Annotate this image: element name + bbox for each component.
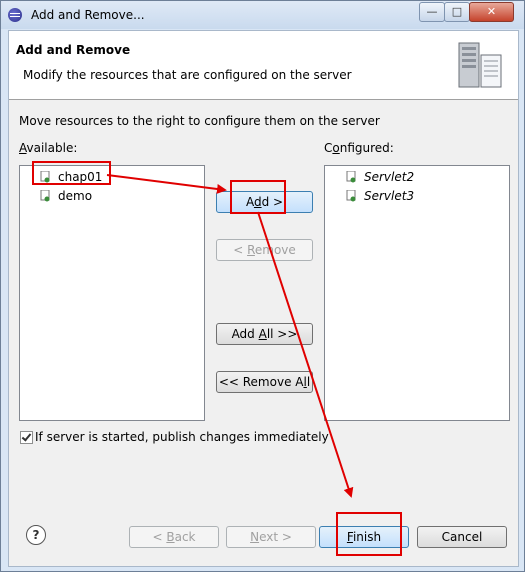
back-button-pre: <	[152, 530, 167, 544]
back-button-mnemonic: B	[166, 530, 175, 544]
minimize-button[interactable]: —	[419, 2, 445, 22]
maximize-button[interactable]: □	[444, 2, 470, 22]
remove-button-mnemonic: R	[247, 243, 255, 257]
remove-all-button[interactable]: << Remove All	[216, 371, 313, 393]
annotation-highlight-chap01	[32, 161, 111, 185]
dialog-header: Add and Remove Modify the resources that…	[9, 31, 518, 100]
add-all-button[interactable]: Add All >>	[216, 323, 313, 345]
available-label-mnemonic: A	[19, 141, 27, 155]
eclipse-app-icon	[8, 8, 22, 22]
server-banner-icon	[458, 42, 502, 88]
remove-button-pre: <	[233, 243, 248, 257]
configured-label: Configured:	[324, 141, 394, 155]
configured-label-rest: nfigured:	[339, 141, 394, 155]
help-icon[interactable]: ?	[26, 525, 46, 545]
remove-button-rest: emove	[254, 243, 296, 257]
publish-changes-checkbox[interactable]	[20, 431, 33, 444]
configured-item-label: Servlet2	[364, 170, 415, 184]
annotation-highlight-finish	[336, 512, 402, 556]
web-project-icon	[346, 171, 356, 183]
add-all-button-pre: Add	[231, 327, 259, 341]
remove-all-button-rest: l	[306, 375, 311, 389]
available-label-rest: vailable:	[26, 141, 78, 155]
add-all-button-rest: ll >>	[266, 327, 298, 341]
remove-button[interactable]: < Remove	[216, 239, 313, 261]
add-all-button-mnemonic: A	[258, 327, 267, 341]
available-item-label: demo	[58, 189, 93, 203]
configured-list[interactable]: Servlet2 Servlet3	[324, 165, 510, 421]
publish-changes-label[interactable]: If server is started, publish changes im…	[35, 430, 329, 444]
add-remove-dialog: Add and Remove... — □ ✕ Add and Remove M…	[0, 0, 525, 572]
next-button-rest: ext >	[259, 530, 292, 544]
back-button[interactable]: < Back	[129, 526, 219, 548]
configured-item-label: Servlet3	[364, 189, 415, 203]
dialog-content: Add and Remove Modify the resources that…	[8, 30, 519, 567]
window-title: Add and Remove...	[31, 8, 145, 22]
title-bar[interactable]: Add and Remove... — □ ✕	[1, 1, 524, 29]
available-list[interactable]: chap01 demo	[19, 165, 205, 421]
web-project-icon	[346, 190, 356, 202]
instructions-text: Move resources to the right to configure…	[19, 114, 380, 128]
configured-label-mnemonic: o	[332, 141, 340, 155]
header-description: Modify the resources that are configured…	[23, 68, 352, 82]
remove-all-button-pre: << Remove A	[218, 375, 304, 389]
next-button-mnemonic: N	[250, 530, 260, 544]
cancel-button[interactable]: Cancel	[417, 526, 507, 548]
close-button[interactable]: ✕	[469, 2, 514, 22]
available-label: Available:	[19, 141, 77, 155]
back-button-rest: ack	[174, 530, 196, 544]
next-button[interactable]: Next >	[226, 526, 316, 548]
annotation-highlight-add	[230, 180, 286, 214]
header-title: Add and Remove	[16, 43, 131, 57]
web-project-icon	[40, 190, 50, 202]
